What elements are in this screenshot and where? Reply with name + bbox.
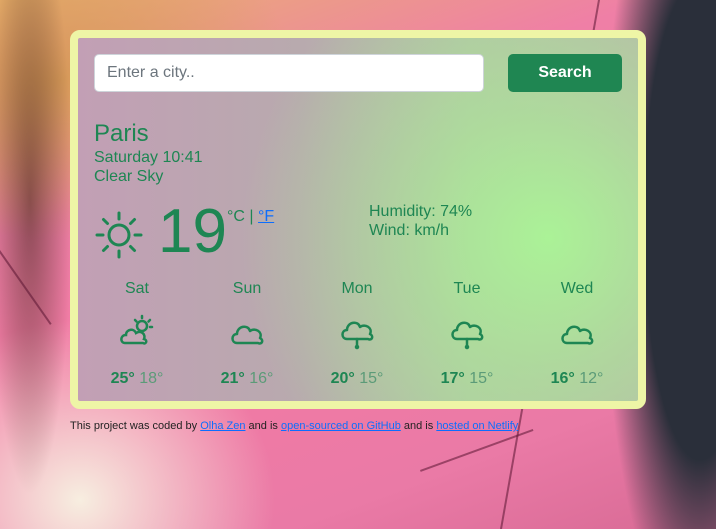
unit-separator: | xyxy=(249,208,254,225)
forecast-max: 21° xyxy=(220,370,245,387)
forecast-min: 15° xyxy=(469,370,494,387)
forecast-max: 20° xyxy=(330,370,355,387)
author-link[interactable]: Olha Zen xyxy=(200,420,245,432)
celsius-unit: °C xyxy=(227,208,245,225)
forecast-day-name: Wed xyxy=(560,280,594,297)
forecast-max: 17° xyxy=(440,370,465,387)
forecast-min: 15° xyxy=(359,370,384,387)
current-temperature: 19 xyxy=(158,197,227,266)
background-line xyxy=(420,428,534,472)
forecast: Sat 25° 18° Sun 21° 16° Mon 20° 15° Tue … xyxy=(82,278,634,388)
forecast-temps: 20° 15° xyxy=(302,370,412,388)
fahrenheit-link[interactable]: °F xyxy=(258,208,274,225)
humidity: Humidity: 74% xyxy=(369,203,473,220)
forecast-min: 18° xyxy=(139,370,164,387)
unit-toggle: °C | °F xyxy=(227,208,274,226)
background-line xyxy=(0,250,52,325)
footer-text: This project was coded by xyxy=(70,420,198,432)
forecast-min: 16° xyxy=(249,370,274,387)
forecast-temps: 25° 18° xyxy=(82,370,192,388)
cloud-icon xyxy=(231,325,264,345)
forecast-temps: 21° 16° xyxy=(192,370,302,388)
search-button[interactable]: Search xyxy=(508,54,622,92)
wind: Wind: km/h xyxy=(369,222,450,239)
netlify-link[interactable]: hosted on Netlify xyxy=(436,420,518,432)
partly-cloudy-icon xyxy=(120,314,154,345)
rain-cloud-icon xyxy=(341,321,374,350)
forecast-temps: 17° 15° xyxy=(412,370,522,388)
weather-description: Clear Sky xyxy=(94,168,164,185)
forecast-day: Sun 21° 16° xyxy=(192,278,302,388)
forecast-day: Wed 16° 12° xyxy=(522,278,632,388)
background-line xyxy=(500,391,527,529)
forecast-temps: 16° 12° xyxy=(522,370,632,388)
rain-cloud-icon xyxy=(451,321,484,350)
weather-card: Search Paris Saturday 10:41 Clear Sky 19… xyxy=(70,30,646,409)
forecast-day-name: Sun xyxy=(232,280,262,297)
forecast-min: 12° xyxy=(579,370,604,387)
forecast-day: Tue 17° 15° xyxy=(412,278,522,388)
forecast-day-name: Mon xyxy=(341,280,373,297)
footer-text: and is xyxy=(403,420,434,432)
sun-icon xyxy=(95,211,143,259)
footer: This project was coded by Olha Zen and i… xyxy=(70,420,518,432)
forecast-day-name: Tue xyxy=(453,280,481,297)
date-time: Saturday 10:41 xyxy=(94,149,203,166)
forecast-max: 16° xyxy=(550,370,575,387)
forecast-day: Sat 25° 18° xyxy=(82,278,192,388)
forecast-max: 25° xyxy=(110,370,135,387)
search-input[interactable] xyxy=(94,54,484,92)
github-link[interactable]: open-sourced on GitHub xyxy=(281,420,401,432)
city-name: Paris xyxy=(94,120,149,147)
cloud-icon xyxy=(561,325,594,345)
forecast-day: Mon 20° 15° xyxy=(302,278,412,388)
footer-text: and is xyxy=(248,420,278,432)
forecast-day-name: Sat xyxy=(124,280,149,297)
